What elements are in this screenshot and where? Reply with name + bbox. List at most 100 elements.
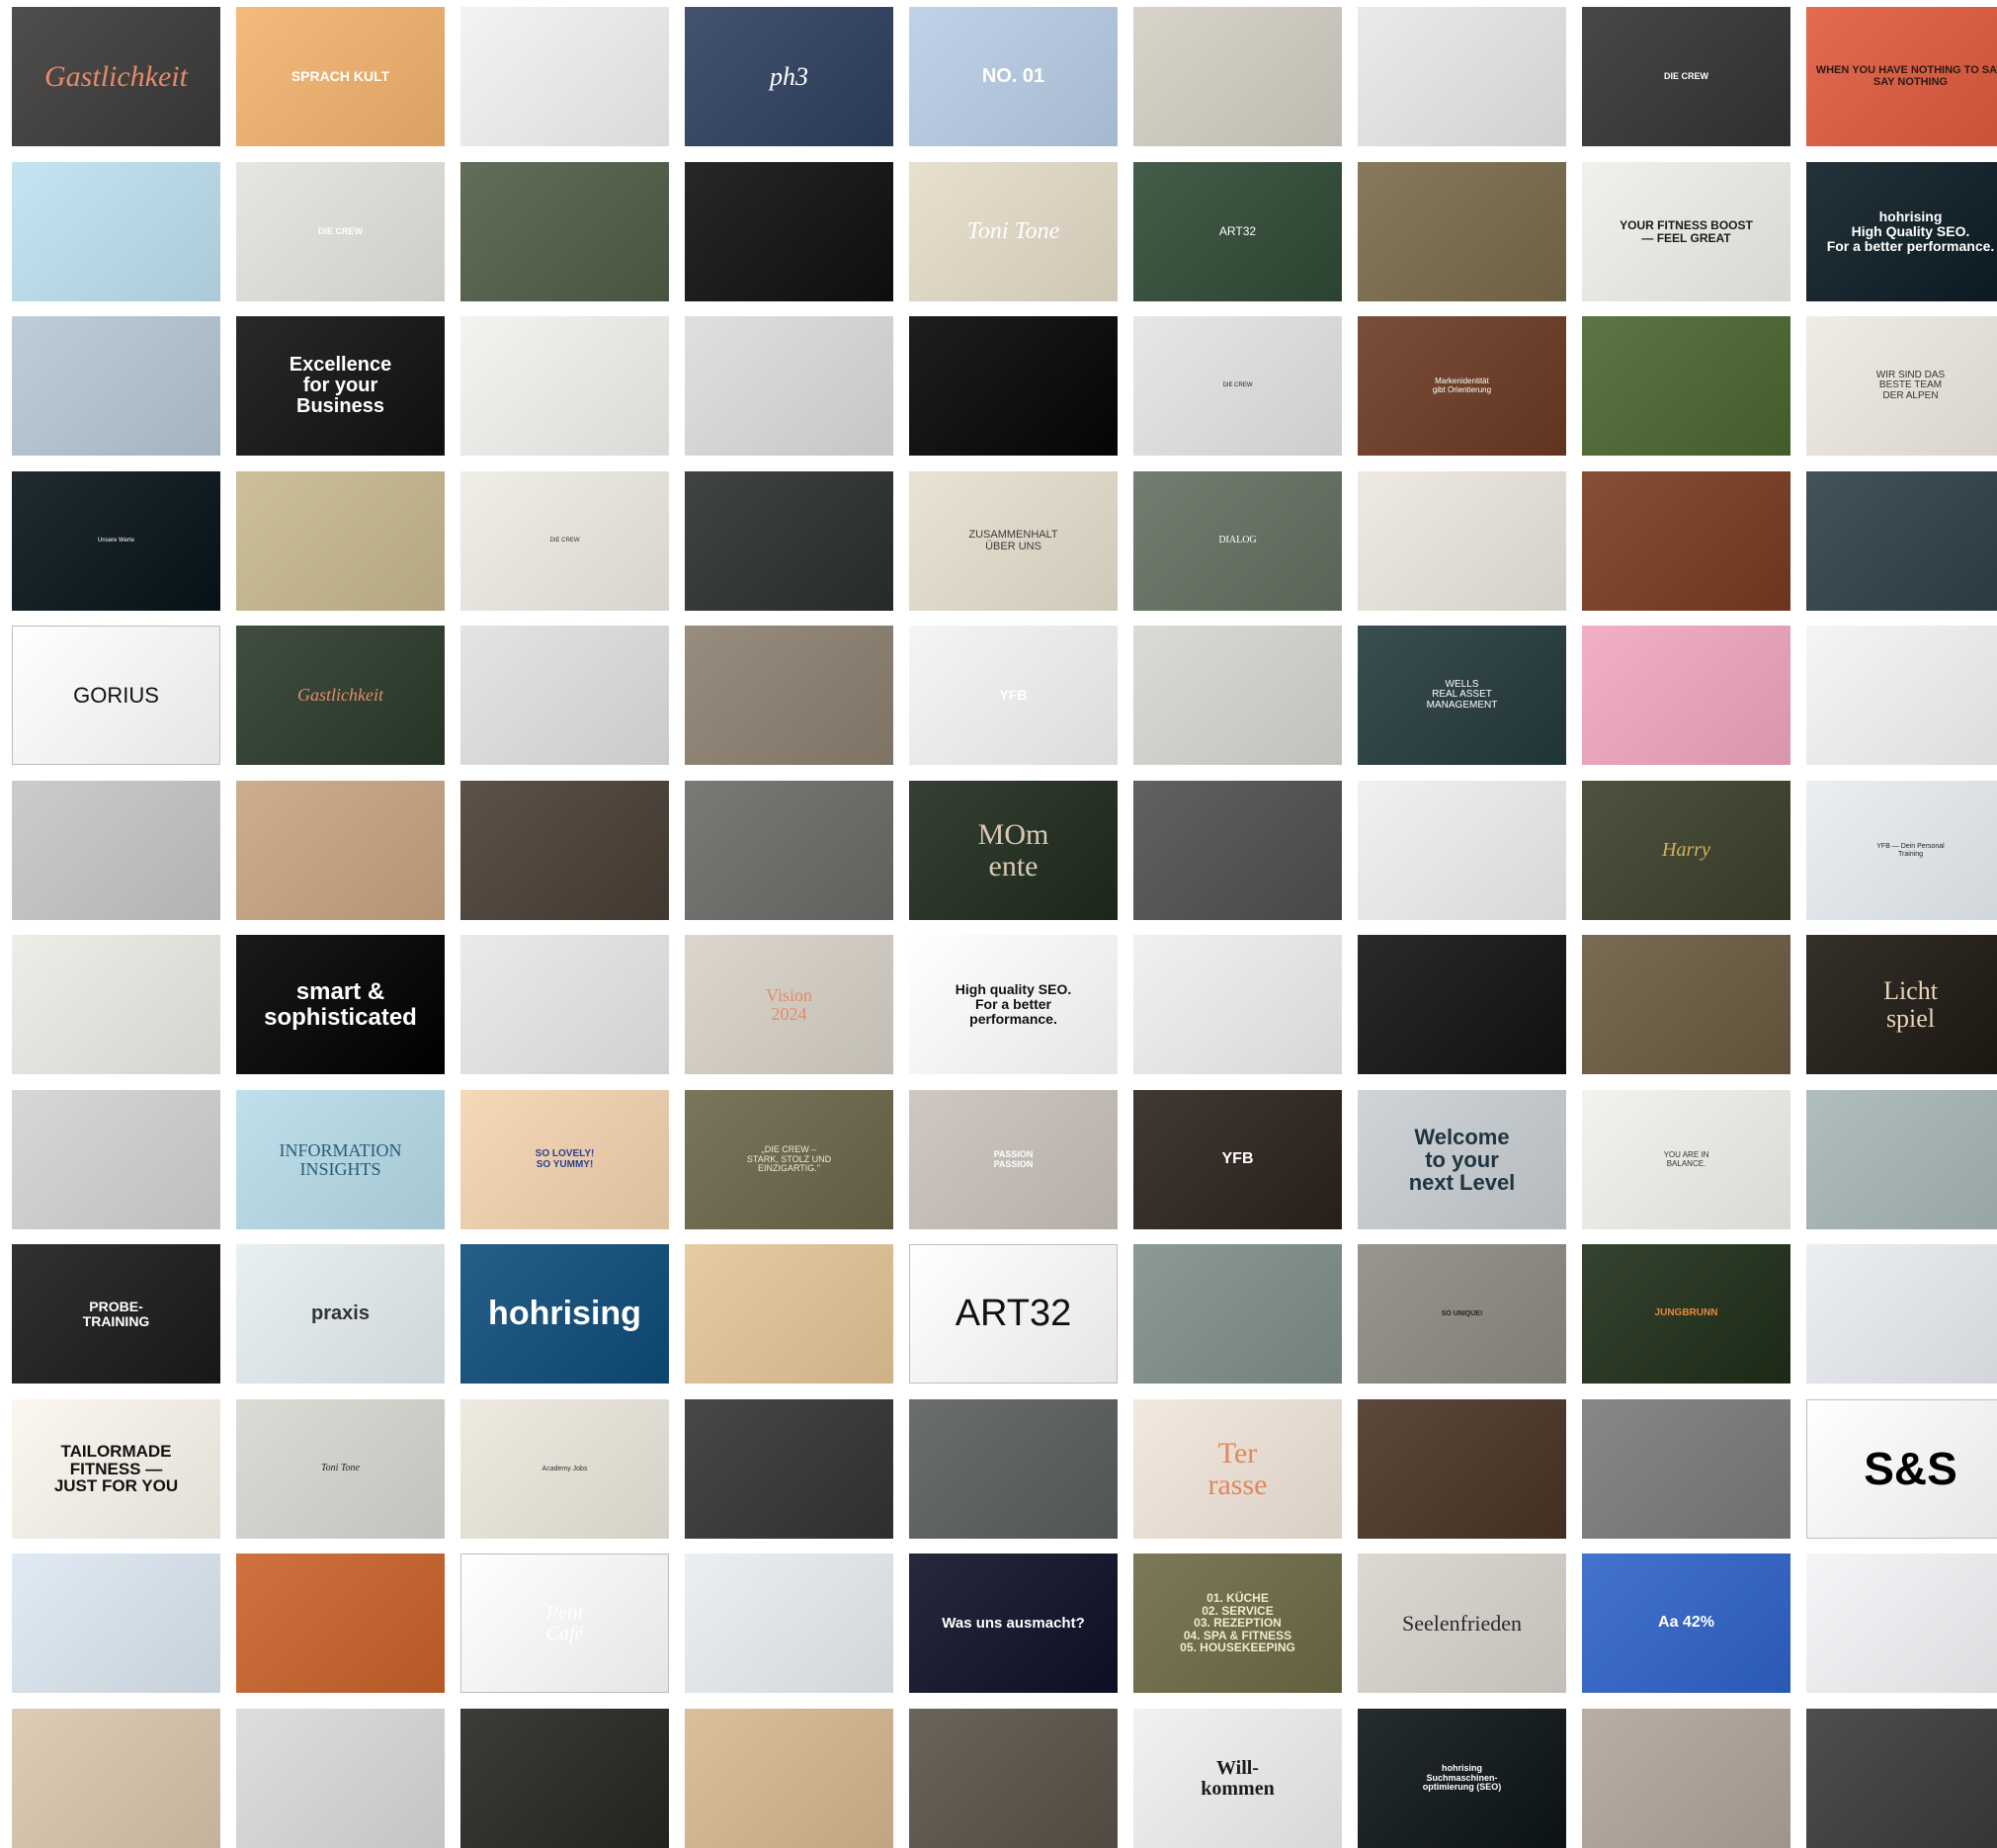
portfolio-tile[interactable]: Welcome to your next Level	[1358, 1090, 1566, 1229]
portfolio-tile[interactable]	[460, 626, 669, 765]
portfolio-tile[interactable]: ART32	[909, 1244, 1118, 1384]
portfolio-tile[interactable]	[12, 316, 220, 456]
portfolio-tile[interactable]: hohrising Suchmaschinen- optimierung (SE…	[1358, 1709, 1566, 1848]
portfolio-tile[interactable]	[236, 781, 445, 920]
portfolio-tile[interactable]	[685, 1709, 893, 1848]
portfolio-tile[interactable]: High quality SEO. For a better performan…	[909, 935, 1118, 1074]
portfolio-tile[interactable]	[12, 1554, 220, 1693]
portfolio-tile[interactable]	[909, 1399, 1118, 1539]
portfolio-tile[interactable]	[236, 1709, 445, 1848]
portfolio-tile[interactable]: DIALOG	[1133, 471, 1342, 611]
portfolio-tile[interactable]	[685, 1554, 893, 1693]
portfolio-tile[interactable]	[909, 316, 1118, 456]
portfolio-tile[interactable]	[1358, 7, 1566, 146]
portfolio-tile[interactable]	[685, 1399, 893, 1539]
portfolio-tile[interactable]	[236, 471, 445, 611]
portfolio-tile[interactable]: PASSION PASSION	[909, 1090, 1118, 1229]
portfolio-tile[interactable]	[460, 781, 669, 920]
portfolio-tile[interactable]	[1806, 626, 1997, 765]
portfolio-tile[interactable]: Seelenfrieden	[1358, 1554, 1566, 1693]
portfolio-tile[interactable]: Aa 42%	[1582, 1554, 1790, 1693]
portfolio-tile[interactable]: DIE CREW	[236, 162, 445, 301]
portfolio-tile[interactable]: praxis	[236, 1244, 445, 1384]
portfolio-tile[interactable]: GORIUS	[12, 626, 220, 765]
portfolio-tile[interactable]: YFB	[909, 626, 1118, 765]
portfolio-tile[interactable]	[1582, 1399, 1790, 1539]
portfolio-tile[interactable]	[12, 1709, 220, 1848]
portfolio-tile[interactable]: NO. 01	[909, 7, 1118, 146]
portfolio-tile[interactable]	[1582, 471, 1790, 611]
portfolio-tile[interactable]: ZUSAMMENHALT ÜBER UNS	[909, 471, 1118, 611]
portfolio-tile[interactable]: Excellence for your Business	[236, 316, 445, 456]
portfolio-tile[interactable]	[685, 626, 893, 765]
portfolio-tile[interactable]: PROBE- TRAINING	[12, 1244, 220, 1384]
portfolio-tile[interactable]	[12, 935, 220, 1074]
portfolio-tile[interactable]	[1133, 781, 1342, 920]
portfolio-tile[interactable]	[1133, 935, 1342, 1074]
portfolio-tile[interactable]: Academy Jobs	[460, 1399, 669, 1539]
portfolio-tile[interactable]	[12, 1090, 220, 1229]
portfolio-tile[interactable]: Gastlichkeit	[12, 7, 220, 146]
portfolio-tile[interactable]: Toni Tone	[909, 162, 1118, 301]
portfolio-tile[interactable]	[685, 1244, 893, 1384]
portfolio-tile[interactable]: MOm ente	[909, 781, 1118, 920]
portfolio-tile[interactable]	[685, 162, 893, 301]
portfolio-tile[interactable]	[236, 1554, 445, 1693]
portfolio-tile[interactable]: 01. KÜCHE 02. SERVICE 03. REZEPTION 04. …	[1133, 1554, 1342, 1693]
portfolio-tile[interactable]: DIE CREW	[1133, 316, 1342, 456]
portfolio-tile[interactable]: Will- kommen	[1133, 1709, 1342, 1848]
portfolio-tile[interactable]	[460, 7, 669, 146]
portfolio-tile[interactable]	[460, 1709, 669, 1848]
portfolio-tile[interactable]	[685, 781, 893, 920]
portfolio-tile[interactable]: DIE CREW	[1582, 7, 1790, 146]
portfolio-tile[interactable]	[909, 1709, 1118, 1848]
portfolio-tile[interactable]	[1582, 316, 1790, 456]
portfolio-tile[interactable]	[1582, 626, 1790, 765]
portfolio-tile[interactable]: INFORMATION INSIGHTS	[236, 1090, 445, 1229]
portfolio-tile[interactable]	[12, 162, 220, 301]
portfolio-tile[interactable]: SO LOVELY! SO YUMMY!	[460, 1090, 669, 1229]
portfolio-tile[interactable]	[1358, 935, 1566, 1074]
portfolio-tile[interactable]	[1358, 471, 1566, 611]
portfolio-tile[interactable]: SPRACH KULT	[236, 7, 445, 146]
portfolio-tile[interactable]: „DIE CREW – STARK, STOLZ UND EINZIGARTIG…	[685, 1090, 893, 1229]
portfolio-tile[interactable]	[1358, 781, 1566, 920]
portfolio-tile[interactable]: TAILORMADE FITNESS — JUST FOR YOU	[12, 1399, 220, 1539]
portfolio-tile[interactable]: Unsere Werte	[12, 471, 220, 611]
portfolio-tile[interactable]	[460, 935, 669, 1074]
portfolio-tile[interactable]: YOUR FITNESS BOOST — FEEL GREAT	[1582, 162, 1790, 301]
portfolio-tile[interactable]: Was uns ausmacht?	[909, 1554, 1118, 1693]
portfolio-tile[interactable]: hohrising High Quality SEO. For a better…	[1806, 162, 1997, 301]
portfolio-tile[interactable]: Toni Tone	[236, 1399, 445, 1539]
portfolio-tile[interactable]: smart & sophisticated	[236, 935, 445, 1074]
portfolio-tile[interactable]	[1806, 471, 1997, 611]
portfolio-tile[interactable]: WIR SIND DAS BESTE TEAM DER ALPEN	[1806, 316, 1997, 456]
portfolio-tile[interactable]: Markenidentität gibt Orientierung	[1358, 316, 1566, 456]
portfolio-tile[interactable]	[1806, 1244, 1997, 1384]
portfolio-tile[interactable]	[1806, 1709, 1997, 1848]
portfolio-tile[interactable]	[1133, 7, 1342, 146]
portfolio-tile[interactable]	[1806, 1554, 1997, 1693]
portfolio-tile[interactable]	[460, 162, 669, 301]
portfolio-tile[interactable]: ART32	[1133, 162, 1342, 301]
portfolio-tile[interactable]: Petit Café	[460, 1554, 669, 1693]
portfolio-tile[interactable]: S&S	[1806, 1399, 1997, 1539]
portfolio-tile[interactable]	[460, 316, 669, 456]
portfolio-tile[interactable]	[1358, 1399, 1566, 1539]
portfolio-tile[interactable]	[685, 316, 893, 456]
portfolio-tile[interactable]: SO UNIQUE!	[1358, 1244, 1566, 1384]
portfolio-tile[interactable]: WHEN YOU HAVE NOTHING TO SAY, SAY NOTHIN…	[1806, 7, 1997, 146]
portfolio-tile[interactable]: DIE CREW	[460, 471, 669, 611]
portfolio-tile[interactable]: Licht spiel	[1806, 935, 1997, 1074]
portfolio-tile[interactable]: Vision 2024	[685, 935, 893, 1074]
portfolio-tile[interactable]	[1358, 162, 1566, 301]
portfolio-tile[interactable]	[1133, 1244, 1342, 1384]
portfolio-tile[interactable]: YFB	[1133, 1090, 1342, 1229]
portfolio-tile[interactable]: YFB — Dein Personal Training	[1806, 781, 1997, 920]
portfolio-tile[interactable]: WELLS REAL ASSET MANAGEMENT	[1358, 626, 1566, 765]
portfolio-tile[interactable]	[685, 471, 893, 611]
portfolio-tile[interactable]	[12, 781, 220, 920]
portfolio-tile[interactable]	[1582, 1709, 1790, 1848]
portfolio-tile[interactable]: Harry	[1582, 781, 1790, 920]
portfolio-tile[interactable]: ph3	[685, 7, 893, 146]
